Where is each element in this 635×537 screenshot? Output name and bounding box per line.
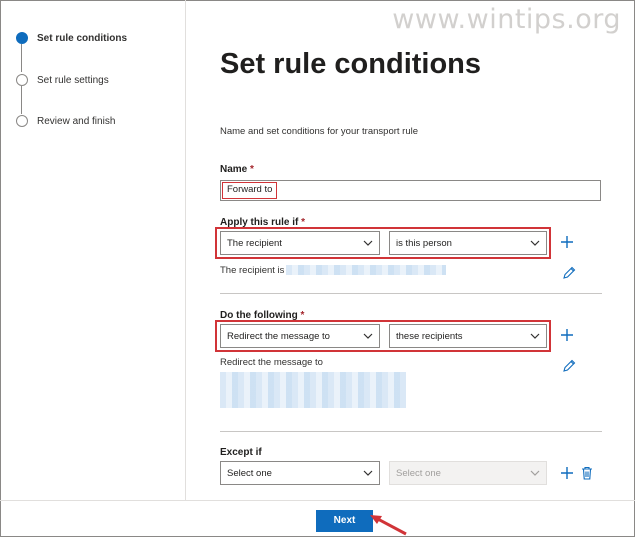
wizard-stepper: Set rule conditions Set rule settings Re… bbox=[0, 0, 186, 500]
apply-if-condition-dropdown[interactable]: The recipient bbox=[220, 231, 380, 255]
dropdown-value: is this person bbox=[396, 238, 452, 249]
action-dropdown[interactable]: Redirect the message to bbox=[220, 324, 380, 348]
name-field-label: Name * bbox=[220, 164, 254, 175]
do-following-summary: Redirect the message to bbox=[220, 357, 323, 368]
edit-pencil-icon[interactable] bbox=[561, 358, 577, 374]
redacted-recipients-list bbox=[220, 372, 406, 408]
step-label: Set rule settings bbox=[37, 74, 109, 86]
dropdown-value: The recipient bbox=[227, 238, 282, 249]
required-mark: * bbox=[250, 164, 254, 175]
add-condition-plus-icon[interactable] bbox=[559, 234, 575, 250]
dropdown-value: these recipients bbox=[396, 331, 463, 342]
step-dot-icon bbox=[16, 74, 28, 86]
step-active-dot-icon bbox=[16, 32, 28, 44]
section-divider bbox=[220, 431, 602, 432]
watermark: www.wintips.org bbox=[392, 4, 621, 35]
page-subtitle: Name and set conditions for your transpo… bbox=[220, 126, 419, 137]
step-dot-icon bbox=[16, 115, 28, 127]
name-label-text: Name bbox=[220, 164, 248, 175]
delete-trash-icon[interactable] bbox=[579, 465, 595, 481]
chevron-down-icon bbox=[530, 470, 540, 476]
step-review-and-finish[interactable]: Review and finish bbox=[16, 115, 115, 127]
page-title: Set rule conditions bbox=[220, 48, 482, 80]
apply-if-operator-dropdown[interactable]: is this person bbox=[389, 231, 547, 255]
action-target-dropdown[interactable]: these recipients bbox=[389, 324, 547, 348]
step-label: Review and finish bbox=[37, 115, 116, 127]
dropdown-value: Select one bbox=[396, 468, 441, 479]
step-set-rule-conditions[interactable]: Set rule conditions bbox=[16, 32, 127, 44]
step-set-rule-settings[interactable]: Set rule settings bbox=[16, 74, 109, 86]
add-exception-plus-icon[interactable] bbox=[559, 465, 575, 481]
stepper-connector bbox=[21, 44, 22, 72]
rule-name-input[interactable]: Forward to bbox=[220, 180, 601, 201]
redacted-recipient bbox=[286, 265, 446, 275]
except-if-label: Except if bbox=[220, 447, 262, 458]
footer-divider bbox=[0, 500, 635, 501]
chevron-down-icon bbox=[363, 240, 373, 246]
rule-name-value: Forward to bbox=[222, 182, 278, 199]
next-button[interactable]: Next bbox=[316, 510, 373, 532]
annotation-arrow-icon bbox=[370, 515, 407, 536]
except-if-operator-dropdown: Select one bbox=[389, 461, 547, 485]
step-label: Set rule conditions bbox=[37, 32, 128, 44]
chevron-down-icon bbox=[530, 240, 540, 246]
chevron-down-icon bbox=[363, 470, 373, 476]
apply-if-summary: The recipient is bbox=[220, 265, 285, 276]
dropdown-value: Select one bbox=[227, 468, 272, 479]
except-if-condition-dropdown[interactable]: Select one bbox=[220, 461, 380, 485]
section-divider bbox=[220, 293, 602, 294]
chevron-down-icon bbox=[363, 333, 373, 339]
chevron-down-icon bbox=[530, 333, 540, 339]
dropdown-value: Redirect the message to bbox=[227, 331, 330, 342]
edit-pencil-icon[interactable] bbox=[561, 265, 577, 281]
stepper-connector bbox=[21, 86, 22, 114]
add-action-plus-icon[interactable] bbox=[559, 327, 575, 343]
